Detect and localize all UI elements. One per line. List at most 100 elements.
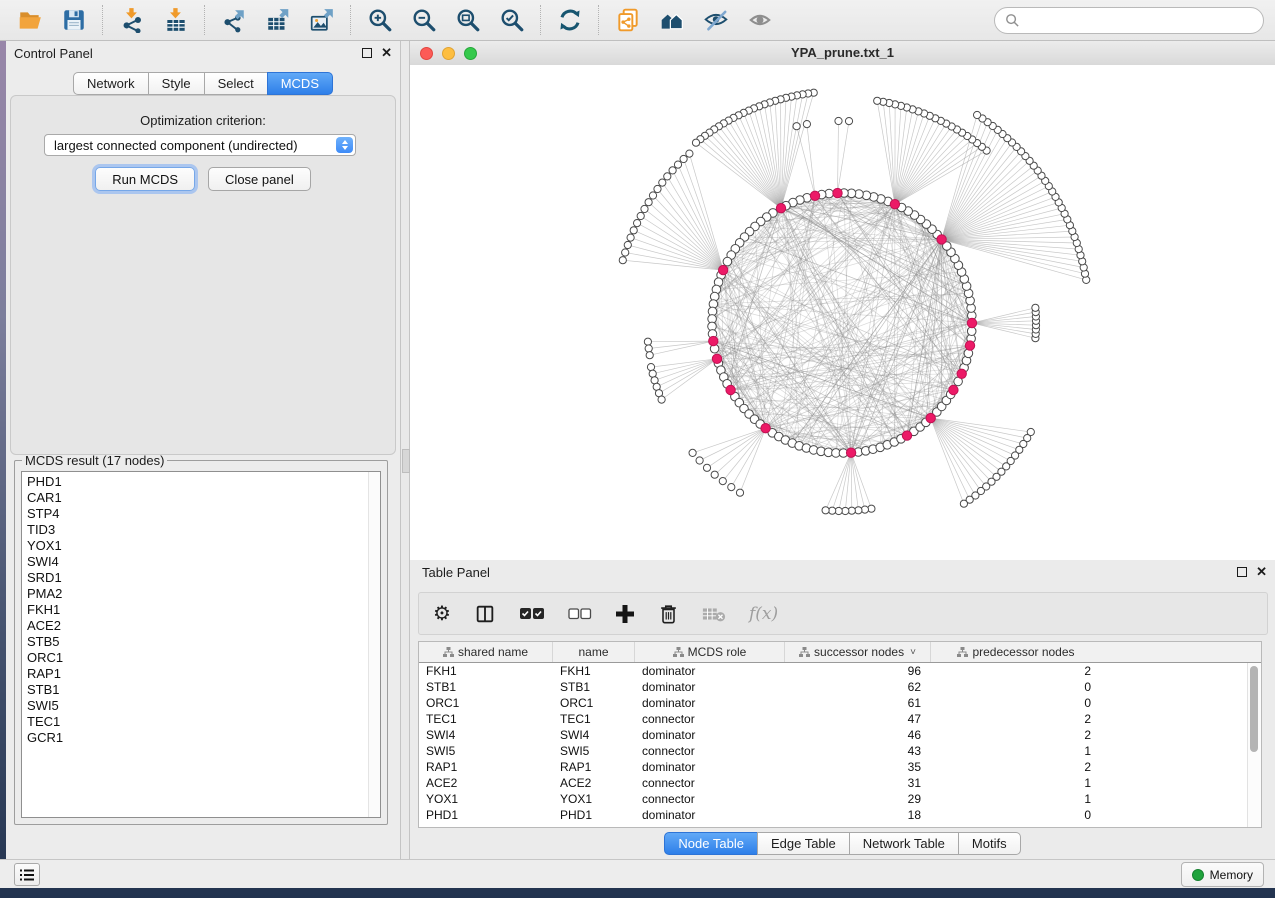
mcds-list-scrollbar[interactable] — [368, 472, 380, 817]
leaf-node[interactable] — [803, 121, 810, 128]
run-mcds-button[interactable]: Run MCDS — [95, 167, 195, 191]
mcds-hub-node[interactable] — [957, 369, 966, 378]
mcds-result-item[interactable]: YOX1 — [22, 538, 380, 554]
leaf-node[interactable] — [686, 150, 693, 157]
leaf-node[interactable] — [719, 478, 726, 485]
mcds-hub-node[interactable] — [890, 200, 899, 209]
table-row[interactable]: PHD1PHD1dominator180 — [419, 807, 1261, 823]
close-panel-button[interactable]: Close panel — [208, 167, 311, 191]
mcds-result-item[interactable]: TID3 — [22, 522, 380, 538]
optimization-criterion-select[interactable]: largest connected component (undirected) — [44, 134, 356, 156]
save-session-button[interactable] — [59, 5, 89, 35]
mcds-hub-node[interactable] — [965, 341, 974, 350]
leaf-node[interactable] — [680, 155, 687, 162]
tab-edge-table[interactable]: Edge Table — [757, 832, 850, 855]
export-table-button[interactable] — [263, 5, 293, 35]
mcds-hub-node[interactable] — [776, 204, 785, 213]
open-file-button[interactable] — [15, 5, 45, 35]
search-input[interactable] — [1026, 12, 1253, 29]
network-canvas[interactable] — [410, 65, 1275, 560]
mcds-hub-node[interactable] — [949, 385, 958, 394]
network-graph[interactable] — [410, 65, 1275, 560]
task-history-button[interactable] — [14, 863, 40, 886]
tab-node-table[interactable]: Node Table — [664, 832, 758, 855]
tab-network-table[interactable]: Network Table — [849, 832, 959, 855]
leaf-node[interactable] — [619, 257, 626, 264]
mcds-result-item[interactable]: PHD1 — [22, 474, 380, 490]
tab-network[interactable]: Network — [73, 72, 149, 95]
mcds-result-item[interactable]: CAR1 — [22, 490, 380, 506]
mcds-result-item[interactable]: ACE2 — [22, 618, 380, 634]
leaf-node[interactable] — [637, 212, 644, 219]
leaf-node[interactable] — [634, 220, 641, 227]
leaf-node[interactable] — [874, 97, 881, 104]
leaf-node[interactable] — [645, 199, 652, 206]
vertical-splitter[interactable] — [400, 41, 410, 860]
mcds-hub-node[interactable] — [712, 354, 721, 363]
leaf-node[interactable] — [974, 111, 981, 118]
table-row[interactable]: ACE2ACE2connector311 — [419, 775, 1261, 791]
table-row[interactable]: FKH1FKH1dominator962 — [419, 663, 1261, 679]
mcds-hub-node[interactable] — [926, 413, 935, 422]
float-panel-icon[interactable] — [362, 48, 372, 58]
zoom-fit-button[interactable] — [453, 5, 483, 35]
show-panel-button[interactable] — [745, 5, 775, 35]
mcds-result-item[interactable]: RAP1 — [22, 666, 380, 682]
mcds-result-item[interactable]: SRD1 — [22, 570, 380, 586]
table-row[interactable]: STB1STB1dominator620 — [419, 679, 1261, 695]
table-scrollbar-thumb[interactable] — [1250, 666, 1258, 752]
mcds-result-item[interactable]: STB5 — [22, 634, 380, 650]
float-table-panel-icon[interactable] — [1237, 567, 1247, 577]
table-row[interactable]: RAP1RAP1dominator352 — [419, 759, 1261, 775]
leaf-node[interactable] — [641, 205, 648, 212]
delete-column-button[interactable] — [658, 601, 679, 627]
leaf-node[interactable] — [622, 249, 629, 256]
close-panel-icon[interactable]: ✕ — [381, 47, 392, 59]
mcds-hub-node[interactable] — [709, 336, 718, 345]
tab-select[interactable]: Select — [204, 72, 268, 95]
zoom-in-button[interactable] — [365, 5, 395, 35]
mcds-result-list[interactable]: PHD1CAR1STP4TID3YOX1SWI4SRD1PMA2FKH1ACE2… — [22, 472, 380, 746]
mcds-hub-node[interactable] — [719, 265, 728, 274]
table-row[interactable]: ORC1ORC1dominator610 — [419, 695, 1261, 711]
leaf-node[interactable] — [659, 179, 666, 186]
mcds-hub-node[interactable] — [761, 424, 770, 433]
mcds-hub-node[interactable] — [833, 188, 842, 197]
tab-style[interactable]: Style — [148, 72, 205, 95]
column-header-MCDS-role[interactable]: MCDS role — [635, 642, 785, 662]
node-table[interactable]: shared namenameMCDS rolesuccessor nodes˅… — [418, 641, 1262, 828]
table-row[interactable]: SWI5SWI5connector431 — [419, 743, 1261, 759]
leaf-node[interactable] — [647, 364, 654, 371]
duplicate-network-button[interactable] — [613, 5, 643, 35]
mcds-result-item[interactable]: PMA2 — [22, 586, 380, 602]
leaf-node[interactable] — [822, 507, 829, 514]
leaf-node[interactable] — [1032, 304, 1039, 311]
leaf-node[interactable] — [692, 139, 699, 146]
tab-mcds[interactable]: MCDS — [267, 72, 333, 95]
table-settings-button[interactable]: ⚙ — [433, 601, 451, 627]
table-row[interactable]: YOX1YOX1connector291 — [419, 791, 1261, 807]
leaf-node[interactable] — [696, 457, 703, 464]
leaf-node[interactable] — [649, 370, 656, 377]
export-image-button[interactable] — [307, 5, 337, 35]
select-all-columns-button[interactable] — [519, 601, 545, 627]
leaf-node[interactable] — [658, 396, 665, 403]
mcds-result-item[interactable]: FKH1 — [22, 602, 380, 618]
deselect-all-columns-button[interactable] — [568, 601, 592, 627]
mcds-result-item[interactable]: TEC1 — [22, 714, 380, 730]
leaf-node[interactable] — [736, 489, 743, 496]
mcds-hub-node[interactable] — [846, 448, 855, 457]
leaf-node[interactable] — [646, 352, 653, 359]
create-column-button[interactable] — [615, 601, 635, 627]
leaf-node[interactable] — [793, 123, 800, 130]
leaf-node[interactable] — [664, 173, 671, 180]
memory-button[interactable]: Memory — [1181, 862, 1264, 887]
leaf-node[interactable] — [689, 449, 696, 456]
show-columns-button[interactable] — [474, 601, 496, 627]
export-network-button[interactable] — [219, 5, 249, 35]
refresh-button[interactable] — [555, 5, 585, 35]
circle-node[interactable] — [723, 257, 732, 266]
import-table-button[interactable] — [161, 5, 191, 35]
column-header-successor-nodes[interactable]: successor nodes˅ — [785, 642, 931, 662]
leaf-node[interactable] — [630, 227, 637, 234]
